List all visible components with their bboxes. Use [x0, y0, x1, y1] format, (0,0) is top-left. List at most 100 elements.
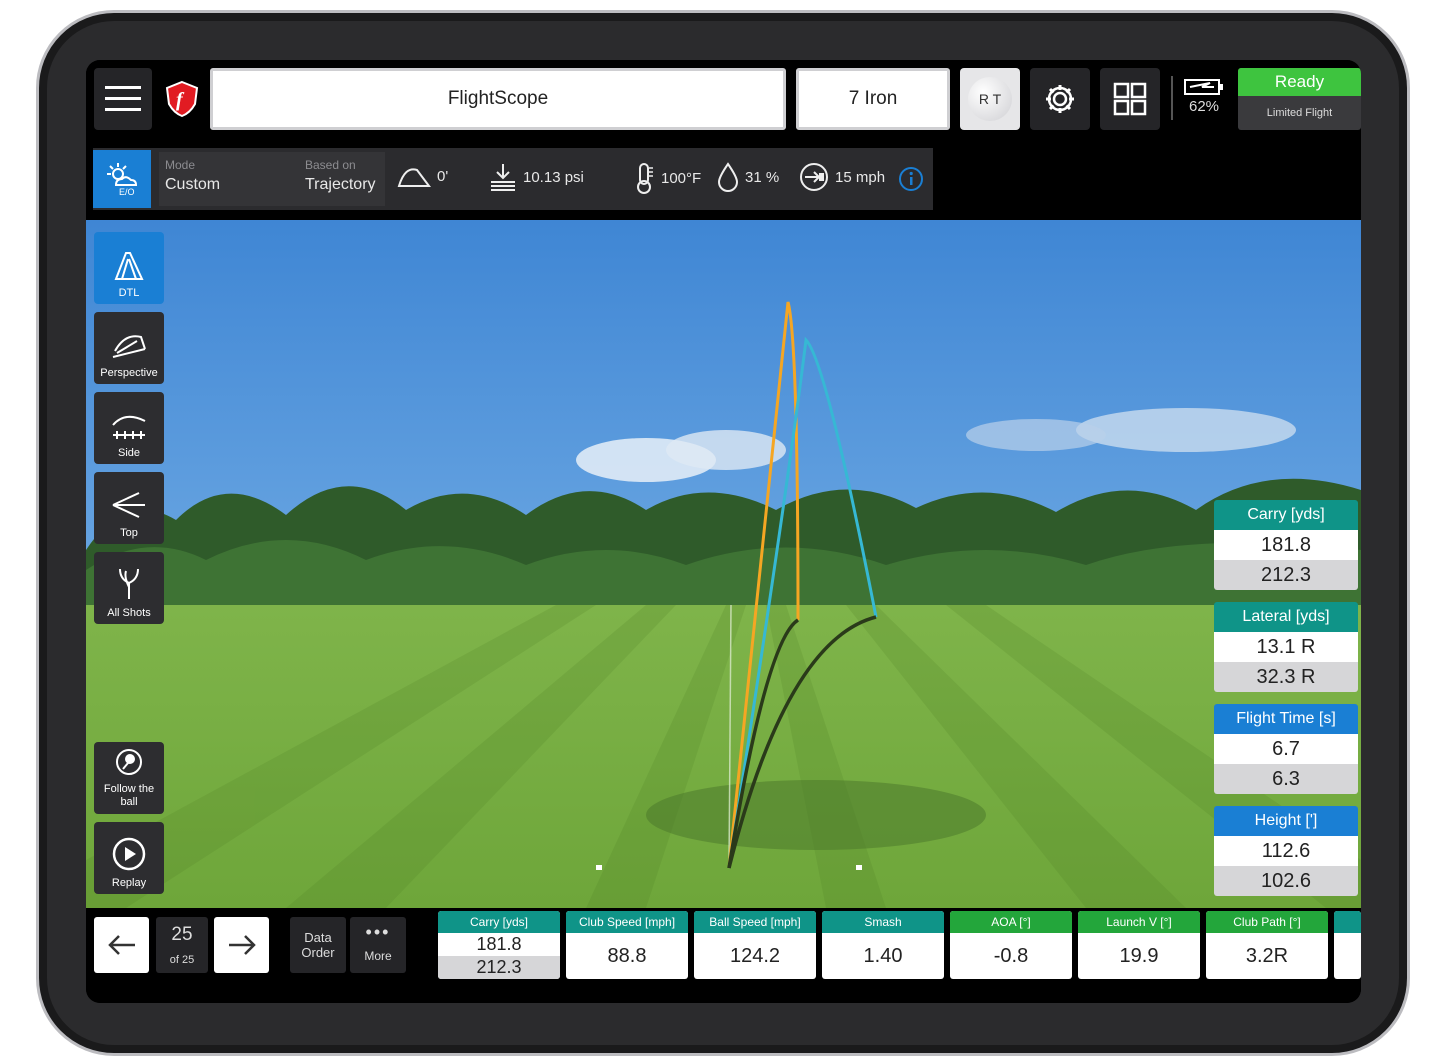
- settings-button[interactable]: [1030, 68, 1090, 130]
- wind-item[interactable]: 15 mph: [799, 162, 885, 192]
- tile-value: 1.40: [863, 944, 903, 967]
- status-subtext: Limited Flight: [1266, 107, 1333, 119]
- previous-shot-button[interactable]: [94, 917, 149, 973]
- more-button[interactable]: ••• More: [350, 917, 406, 973]
- view-label: All Shots: [107, 607, 151, 619]
- ball-type-button[interactable]: R T: [960, 68, 1020, 130]
- battery-percent: 62%: [1188, 98, 1220, 115]
- panel-value-1: 181.8: [1214, 530, 1358, 560]
- follow-ball-button[interactable]: Follow the ball: [94, 742, 164, 814]
- thermometer-icon: [637, 163, 653, 194]
- divider: [1171, 76, 1173, 120]
- data-order-button[interactable]: Data Order: [290, 917, 346, 973]
- view-all-shots-button[interactable]: All Shots: [94, 552, 164, 624]
- view-label: DTL: [118, 287, 140, 299]
- environment-button[interactable]: E/O: [93, 150, 151, 208]
- golf-ball-icon: R T: [968, 77, 1012, 121]
- app-title[interactable]: FlightScope: [210, 68, 786, 130]
- flightscope-logo-icon: f: [164, 80, 200, 123]
- slope-value: 0': [437, 167, 449, 185]
- course-view: [86, 220, 1361, 908]
- panel-value-2: 32.3 R: [1214, 662, 1358, 692]
- tile-label: Carry [yds]: [438, 911, 560, 933]
- tile-value: 124.2: [729, 944, 781, 967]
- based-on-label: Based on: [305, 158, 356, 172]
- shot-total: of 25: [169, 954, 195, 966]
- side-panel-flight-time[interactable]: Flight Time [s] 6.7 6.3: [1214, 704, 1358, 794]
- tile-value: 19.9: [1119, 944, 1159, 967]
- layout-button[interactable]: [1100, 68, 1160, 130]
- side-panel-height[interactable]: Height ['] 112.6 102.6: [1214, 806, 1358, 896]
- arrow-right-icon: [228, 935, 256, 955]
- grid-icon: [1113, 82, 1147, 116]
- temperature-item[interactable]: 100°F: [633, 162, 701, 194]
- hamburger-icon: [105, 86, 141, 111]
- tile-launch-v[interactable]: Launch V [°] 19.9: [1078, 911, 1200, 979]
- tile-value: 3.2R: [1245, 944, 1289, 967]
- wind-icon: [800, 163, 828, 191]
- tile-carry[interactable]: Carry [yds] 181.8 212.3: [438, 911, 560, 979]
- panel-value-1: 13.1 R: [1214, 632, 1358, 662]
- pressure-value: 10.13 psi: [523, 168, 584, 186]
- droplet-icon: [717, 162, 739, 192]
- replay-button[interactable]: Replay: [94, 822, 164, 894]
- view-side-button[interactable]: Side: [94, 392, 164, 464]
- sun-cloud-icon: E/O: [107, 163, 138, 197]
- side-panel-carry[interactable]: Carry [yds] 181.8 212.3: [1214, 500, 1358, 590]
- tile-value-1: 181.8: [476, 934, 522, 954]
- panel-label: Lateral [yds]: [1214, 602, 1358, 632]
- conditions-bar: E/O Mode Custom Based on Trajectory 0' 1…: [93, 148, 933, 210]
- golf-scene[interactable]: DTL Perspective Side Top All Shots Follo…: [86, 220, 1361, 908]
- panel-value-1: 6.7: [1214, 734, 1358, 764]
- based-on-value: Trajectory: [305, 176, 376, 193]
- next-shot-button[interactable]: [214, 917, 269, 973]
- status-badge: Ready: [1238, 68, 1361, 96]
- panel-value-2: 212.3: [1214, 560, 1358, 590]
- play-icon: [112, 837, 146, 871]
- panel-label: Height [']: [1214, 806, 1358, 836]
- humidity-item[interactable]: 31 %: [717, 162, 779, 192]
- tile-ball-speed[interactable]: Ball Speed [mph] 124.2: [694, 911, 816, 979]
- menu-button[interactable]: [94, 68, 152, 130]
- panel-label: Flight Time [s]: [1214, 704, 1358, 734]
- view-perspective-button[interactable]: Perspective: [94, 312, 164, 384]
- radar-status[interactable]: Ready Limited Flight: [1238, 68, 1361, 130]
- view-dtl-button[interactable]: DTL: [94, 232, 164, 304]
- replay-label: Replay: [111, 877, 147, 889]
- shot-counter: 25 of 25: [156, 917, 208, 973]
- slope-item[interactable]: 0': [397, 162, 448, 190]
- tile-label: Ball Speed [mph]: [694, 911, 816, 933]
- tile-label: [1334, 911, 1361, 933]
- tile-value: 88.8: [607, 944, 647, 967]
- wind-value: 15 mph: [835, 168, 886, 186]
- tile-label: Smash: [822, 911, 944, 933]
- mode-label: Mode: [165, 158, 196, 172]
- view-top-button[interactable]: Top: [94, 472, 164, 544]
- tile-club-path[interactable]: Club Path [°] 3.2R: [1206, 911, 1328, 979]
- side-panel-lateral[interactable]: Lateral [yds] 13.1 R 32.3 R: [1214, 602, 1358, 692]
- battery-icon: [1184, 79, 1223, 95]
- eo-label: E/O: [119, 187, 135, 197]
- tile-smash[interactable]: Smash 1.40: [822, 911, 944, 979]
- dtl-view-icon: [114, 252, 144, 280]
- tile-label: Club Path [°]: [1206, 911, 1328, 933]
- tile-value: [1334, 933, 1361, 979]
- tile-value-2: 212.3: [438, 956, 560, 979]
- view-label: Side: [117, 447, 141, 459]
- battery-status: 62%: [1180, 78, 1228, 124]
- info-button[interactable]: [898, 166, 924, 197]
- mode-panel[interactable]: Mode Custom Based on Trajectory: [159, 152, 385, 206]
- pressure-item[interactable]: 10.13 psi: [489, 162, 584, 192]
- panel-value-1: 112.6: [1214, 836, 1358, 866]
- tile-value: -0.8: [993, 944, 1029, 967]
- pressure-icon: [491, 164, 515, 191]
- club-selector[interactable]: 7 Iron: [796, 68, 950, 130]
- top-view-icon: [112, 492, 145, 518]
- humidity-value: 31 %: [745, 168, 780, 186]
- top-bar: f FlightScope 7 Iron R T 62% Ready Limit…: [86, 60, 1361, 148]
- tile-label: Launch V [°]: [1078, 911, 1200, 933]
- panel-value-2: 102.6: [1214, 866, 1358, 896]
- tile-partial[interactable]: [1334, 911, 1361, 979]
- tile-aoa[interactable]: AOA [°] -0.8: [950, 911, 1072, 979]
- tile-club-speed[interactable]: Club Speed [mph] 88.8: [566, 911, 688, 979]
